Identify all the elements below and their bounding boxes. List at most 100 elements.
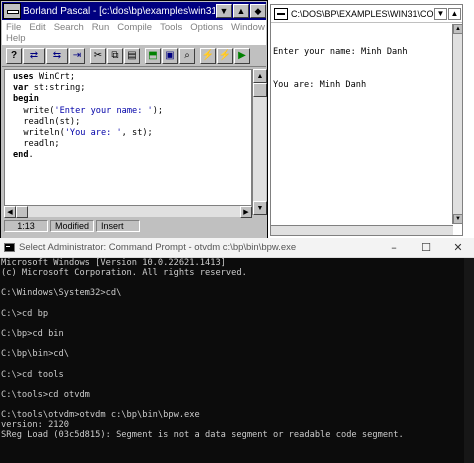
compile-icon[interactable]: ⚡ <box>200 47 216 64</box>
bp-menubar-row2: Help <box>2 33 266 45</box>
code-text: readln; <box>13 139 60 150</box>
code-line: end. <box>13 150 251 161</box>
menu-file[interactable]: File <box>2 22 25 33</box>
modified-indicator: Modified <box>50 220 94 232</box>
output-maximize-button[interactable]: ▲ <box>448 7 461 20</box>
output-horizontal-scrollbar[interactable] <box>271 225 453 235</box>
console-line: (c) Microsoft Corporation. All rights re… <box>1 268 247 279</box>
cursor-position: 1:13 <box>4 220 48 232</box>
menu-window[interactable]: Window <box>227 22 269 33</box>
code-editor[interactable]: uses WinCrt; var st:string; begin write('E… <box>4 69 252 215</box>
code-line: readln(st); <box>13 117 251 128</box>
cmd-titlebar[interactable]: Select Administrator: Command Prompt - o… <box>0 238 474 258</box>
cmd-maximize-button[interactable]: ☐ <box>410 241 442 254</box>
console-line: C:\>cd tools <box>1 369 64 380</box>
console-line: C:\tools\otvdm>otvdm c:\bp\bin\bpw.exe <box>1 410 200 421</box>
scroll-left-icon[interactable]: ◀ <box>4 206 16 218</box>
copy-icon[interactable]: ⧉ <box>107 47 123 64</box>
code-line: writeln('You are: ', st); <box>13 128 251 139</box>
code-line: begin <box>13 94 251 105</box>
search-icon[interactable]: ⌕ <box>179 47 195 64</box>
goto-cursor-icon[interactable]: ⇥ <box>69 47 85 64</box>
code-text: . <box>28 150 34 161</box>
minimize-button[interactable]: ▼ <box>216 4 232 18</box>
cmd-window-title: Select Administrator: Command Prompt - o… <box>19 242 297 253</box>
bp-statusbar: 1:13 Modified Insert <box>2 219 266 233</box>
borland-pascal-window: Borland Pascal - [c:\dos\bp\examples\win… <box>0 0 268 240</box>
code-keyword: var <box>13 83 29 94</box>
console-output[interactable]: Microsoft Windows [Version 10.0.22621.14… <box>1 258 404 441</box>
command-prompt-window: Select Administrator: Command Prompt - o… <box>0 238 474 463</box>
code-text: write( <box>13 105 55 116</box>
code-text: writeln( <box>13 127 65 138</box>
code-line: write('Enter your name: '); <box>13 106 251 117</box>
output-window-title: C:\DOS\BP\EXAMPLES\WIN31\COMM... <box>291 8 434 19</box>
menu-options[interactable]: Options <box>186 22 227 33</box>
output-scroll-down-icon[interactable]: ▼ <box>453 214 463 224</box>
insert-mode-indicator: Insert <box>96 220 140 232</box>
menu-search[interactable]: Search <box>50 22 88 33</box>
paste-icon[interactable]: ▤ <box>124 47 140 64</box>
menu-edit[interactable]: Edit <box>25 22 49 33</box>
cmd-minimize-button[interactable]: – <box>378 241 410 254</box>
code-line: uses WinCrt; <box>13 72 251 83</box>
maximize-button[interactable]: ▲ <box>233 4 249 18</box>
console-line: SReg Load (03c5d815): Segment is not a d… <box>1 430 404 441</box>
run-icon[interactable]: ▶ <box>234 47 250 64</box>
bp-menubar: File Edit Search Run Compile Tools Optio… <box>2 20 266 34</box>
menu-compile[interactable]: Compile <box>113 22 156 33</box>
code-keyword: begin <box>13 94 39 105</box>
hscroll-track[interactable] <box>28 206 240 217</box>
output-system-menu-icon[interactable] <box>274 7 288 20</box>
bp-titlebar[interactable]: Borland Pascal - [c:\dos\bp\examples\win… <box>2 2 266 20</box>
code-text: , st); <box>121 127 153 138</box>
code-keyword: end <box>13 150 29 161</box>
code-keyword: uses <box>13 72 34 82</box>
console-line: C:\tools>cd otvdm <box>1 389 90 400</box>
hscroll-thumb[interactable] <box>16 206 28 218</box>
scroll-right-icon[interactable]: ▶ <box>240 206 252 218</box>
menu-run[interactable]: Run <box>88 22 113 33</box>
code-text: ); <box>152 105 164 116</box>
code-string: 'Enter your name: ' <box>54 105 153 116</box>
restore-button[interactable]: ◆ <box>250 4 266 18</box>
save-icon[interactable]: ▣ <box>162 47 178 64</box>
console-line: C:\Windows\System32>cd\ <box>1 288 122 299</box>
output-titlebar[interactable]: C:\DOS\BP\EXAMPLES\WIN31\COMM... ▼ ▲ <box>271 5 462 23</box>
cmd-close-button[interactable]: ✕ <box>442 241 474 254</box>
editor-vertical-scrollbar[interactable]: ▲ ▼ <box>252 69 267 215</box>
code-text: WinCrt; <box>33 72 76 82</box>
menu-tools[interactable]: Tools <box>156 22 186 33</box>
output-vertical-scrollbar[interactable]: ▲ ▼ <box>452 24 463 224</box>
code-line: readln; <box>13 139 251 150</box>
code-text: readln(st); <box>13 116 81 127</box>
output-minimize-button[interactable]: ▼ <box>434 7 447 20</box>
output-scroll-up-icon[interactable]: ▲ <box>453 24 463 34</box>
help-icon[interactable]: ? <box>6 47 22 64</box>
console-line: Microsoft Windows [Version 10.0.22621.14… <box>1 258 226 268</box>
make-icon[interactable]: ⚡ <box>217 47 233 64</box>
open-file-icon[interactable]: ⬒ <box>145 47 161 64</box>
system-menu-icon[interactable] <box>3 3 21 19</box>
trace-into-icon[interactable]: ⇆ <box>46 47 68 64</box>
cut-icon[interactable]: ✂ <box>90 47 106 64</box>
scroll-thumb[interactable] <box>253 83 267 97</box>
terminal-icon <box>4 243 15 252</box>
output-text: Enter your name: Minh Danh You are: Minh… <box>273 25 453 113</box>
bp-window-title: Borland Pascal - [c:\dos\bp\examples\win… <box>23 5 215 17</box>
scroll-down-icon[interactable]: ▼ <box>253 201 267 215</box>
console-line: version: 2120 <box>1 420 69 431</box>
menu-help[interactable]: Help <box>2 33 30 44</box>
editor-horizontal-scrollbar[interactable]: ◀ ▶ <box>4 205 252 218</box>
scroll-up-icon[interactable]: ▲ <box>253 69 267 83</box>
code-string: 'You are: ' <box>64 127 122 138</box>
cmd-scrollbar[interactable] <box>464 258 474 463</box>
code-text: st:string; <box>28 83 86 94</box>
step-over-icon[interactable]: ⇄ <box>23 47 45 64</box>
